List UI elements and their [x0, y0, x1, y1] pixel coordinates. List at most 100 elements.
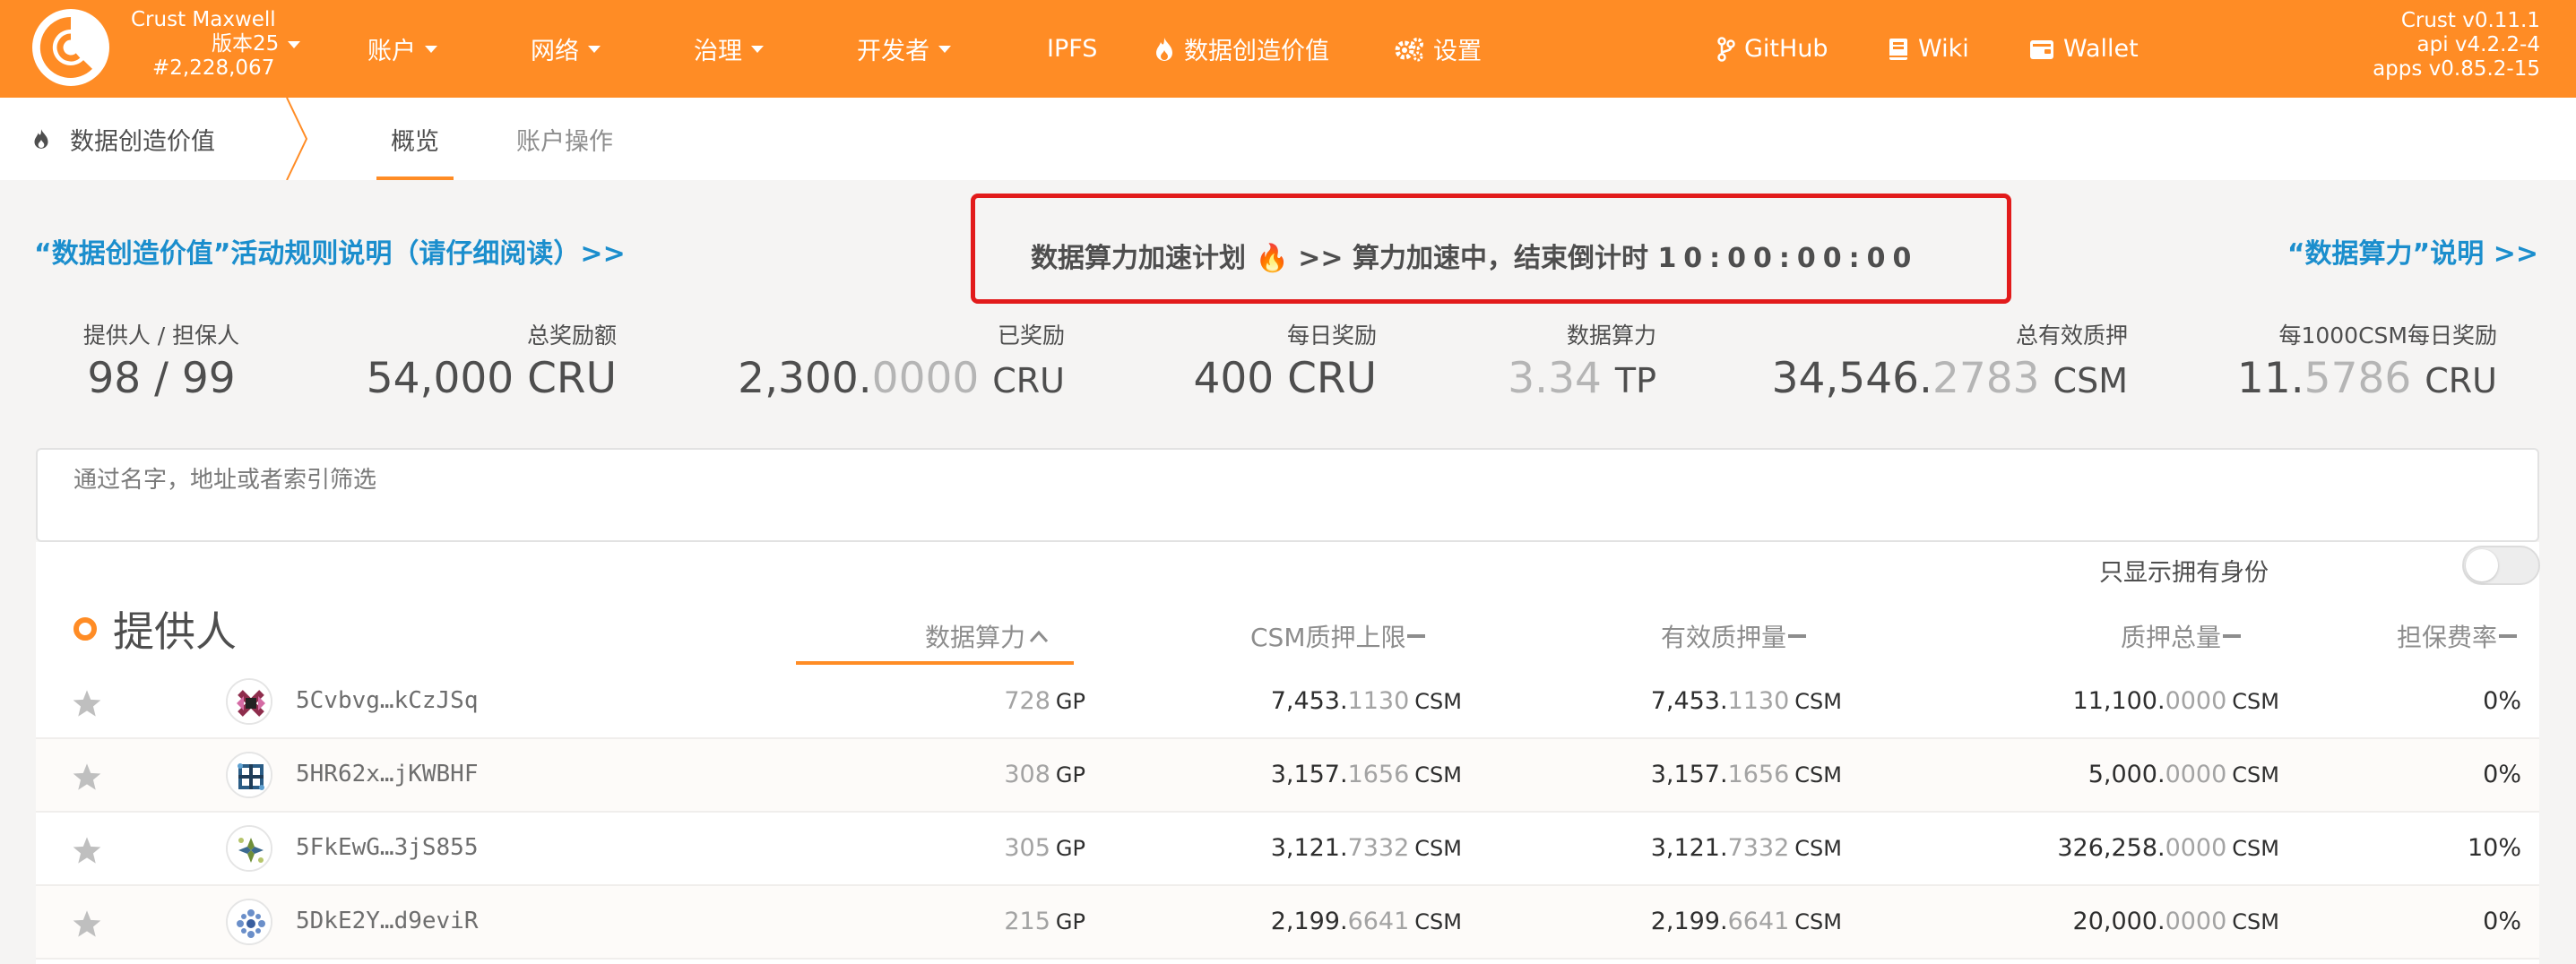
- chevron-down-icon: [938, 45, 951, 53]
- sort-none-icon: [1407, 634, 1426, 638]
- fire-emoji-icon: 🔥: [1255, 243, 1289, 274]
- fire-icon: [1156, 37, 1172, 61]
- data-power-link[interactable]: “数据算力”说明 >>: [2287, 231, 2538, 271]
- fee-cell: 10%: [2467, 834, 2521, 862]
- promo-banner[interactable]: 数据算力加速计划 🔥 >> 算力加速中，结束倒计时 10:00:00:00: [971, 194, 2011, 304]
- link-github[interactable]: GitHub: [1717, 0, 1828, 98]
- menu-data-value[interactable]: 数据创造价值: [1154, 0, 1329, 98]
- star-icon[interactable]: [72, 909, 102, 938]
- power-cell: 215 GP: [1004, 908, 1085, 935]
- chevron-down-icon: [751, 45, 764, 53]
- effective-cell: 3,121.7332 CSM: [1650, 834, 1842, 862]
- chain-version[interactable]: 版本25: [131, 32, 310, 56]
- section-title: 数据创造价值: [32, 98, 215, 180]
- total-cell: 5,000.0000 CSM: [2088, 761, 2279, 788]
- effective-cell: 7,453.1130 CSM: [1650, 687, 1842, 715]
- col-header-fee[interactable]: 担保费率: [2397, 618, 2518, 654]
- total-cell: 20,000.0000 CSM: [2072, 908, 2279, 935]
- countdown: 10:00:00:00: [1657, 243, 1919, 274]
- crust-logo-icon[interactable]: [32, 9, 109, 86]
- star-icon[interactable]: [72, 689, 102, 718]
- stat-rewarded: 已奖励 2,300.0000 CRU: [738, 323, 1065, 403]
- identicon-avatar[interactable]: [226, 678, 272, 725]
- version-info: Crust v0.11.1 api v4.2.2-4 apps v0.85.2-…: [2373, 9, 2540, 82]
- col-header-csm-limit[interactable]: CSM质押上限: [1250, 618, 1426, 654]
- total-cell: 326,258.0000 CSM: [2057, 834, 2279, 862]
- identicon-avatar[interactable]: [226, 752, 272, 798]
- chain-name: Crust Maxwell: [131, 8, 276, 31]
- col-header-total-stake[interactable]: 质押总量: [2121, 618, 2242, 654]
- menu-network[interactable]: 网络: [531, 0, 601, 98]
- section-dot-icon: [73, 617, 97, 641]
- star-icon[interactable]: [72, 762, 102, 791]
- tab-account-actions[interactable]: 账户操作: [516, 98, 613, 180]
- col-header-effective-stake[interactable]: 有效质押量: [1661, 618, 1807, 654]
- fee-cell: 0%: [2483, 908, 2521, 935]
- stat-total-stake: 总有效质押 34,546.2783 CSM: [1771, 323, 2128, 403]
- provider-address[interactable]: 5DkE2Y…d9eviR: [296, 908, 479, 934]
- table-row[interactable]: 5HR62x…jKWBHF 308 GP 3,157.1656 CSM 3,157.…: [36, 739, 2539, 813]
- total-cell: 11,100.0000 CSM: [2072, 687, 2279, 715]
- limit-cell: 3,121.7332 CSM: [1270, 834, 1462, 862]
- sort-none-icon: [1788, 634, 1807, 638]
- sort-up-icon: [1029, 630, 1049, 643]
- wallet-icon: [2030, 39, 2053, 59]
- provider-address[interactable]: 5FkEwG…3jS855: [296, 834, 479, 861]
- top-navbar: Crust Maxwell 版本25 #2,228,067 账户 网络 治理 开…: [0, 0, 2576, 98]
- col-header-power[interactable]: 数据算力: [925, 618, 1049, 654]
- stat-providers: 提供人 / 担保人 98 / 99: [82, 323, 240, 403]
- stat-data-power: 数据算力 3.34 TP: [1508, 323, 1656, 403]
- link-wiki[interactable]: Wiki: [1888, 0, 1969, 98]
- sort-none-icon: [2499, 634, 2518, 638]
- identity-toggle[interactable]: [2462, 546, 2540, 585]
- filter-input[interactable]: [73, 460, 2494, 500]
- tab-overview[interactable]: 概览: [376, 98, 454, 180]
- table-row[interactable]: 5DkE2Y…d9eviR 215 GP 2,199.6641 CSM 2,199.…: [36, 886, 2539, 960]
- table-row[interactable]: 5Cvbvg…kCzJSq 728 GP 7,453.1130 CSM 7,453.…: [36, 666, 2539, 739]
- apps-version: apps v0.85.2-15: [2373, 57, 2540, 81]
- menu-ipfs[interactable]: IPFS: [1047, 0, 1097, 98]
- filter-box: [36, 448, 2539, 542]
- sub-navbar: 数据创造价值 概览 账户操作: [0, 98, 2576, 180]
- menu-accounts[interactable]: 账户: [367, 0, 437, 98]
- api-version: api v4.2.2-4: [2416, 33, 2540, 56]
- fee-cell: 0%: [2483, 687, 2521, 715]
- provider-address[interactable]: 5HR62x…jKWBHF: [296, 761, 479, 788]
- limit-cell: 2,199.6641 CSM: [1270, 908, 1462, 935]
- stat-daily-reward: 每日奖励 400 CRU: [1193, 323, 1377, 403]
- limit-cell: 7,453.1130 CSM: [1270, 687, 1462, 715]
- table-title: 提供人: [73, 602, 237, 656]
- table-row[interactable]: 5FkEwG…3jS855 305 GP 3,121.7332 CSM 3,121.…: [36, 813, 2539, 886]
- identicon-avatar[interactable]: [226, 825, 272, 872]
- promo-text: 数据算力加速计划 🔥 >> 算力加速中，结束倒计时 10:00:00:00: [1031, 243, 1919, 274]
- power-cell: 308 GP: [1004, 761, 1085, 788]
- rules-link[interactable]: “数据创造价值”活动规则说明（请仔细阅读）>>: [34, 231, 626, 271]
- identicon-avatar[interactable]: [226, 899, 272, 945]
- identity-toggle-label: 只显示拥有身份: [2099, 559, 2269, 587]
- menu-developer[interactable]: 开发者: [857, 0, 951, 98]
- node-version: Crust v0.11.1: [2400, 9, 2540, 32]
- effective-cell: 2,199.6641 CSM: [1650, 908, 1842, 935]
- menu-settings[interactable]: 设置: [1394, 0, 1482, 98]
- menu-governance[interactable]: 治理: [694, 0, 764, 98]
- sort-indicator: [796, 661, 1074, 665]
- breadcrumb-separator-icon: [286, 98, 308, 180]
- block-number: #2,228,067: [152, 56, 275, 80]
- gears-icon: [1395, 37, 1423, 61]
- link-wallet[interactable]: Wallet: [2029, 0, 2139, 98]
- fee-cell: 0%: [2483, 761, 2521, 788]
- toggle-knob: [2466, 549, 2498, 581]
- stat-total-reward: 总奖励额 54,000 CRU: [366, 323, 617, 403]
- limit-cell: 3,157.1656 CSM: [1270, 761, 1462, 788]
- code-branch-icon: [1717, 36, 1735, 62]
- star-icon[interactable]: [72, 836, 102, 865]
- chevron-down-icon: [425, 45, 437, 53]
- chevron-down-icon: [288, 40, 301, 48]
- provider-address[interactable]: 5Cvbvg…kCzJSq: [296, 687, 479, 714]
- sort-none-icon: [2223, 634, 2242, 638]
- stat-reward-per-1000: 每1000CSM每日奖励 11.5786 CRU: [2236, 323, 2497, 403]
- chain-info[interactable]: Crust Maxwell 版本25 #2,228,067: [131, 8, 310, 81]
- power-cell: 728 GP: [1004, 687, 1085, 715]
- fire-icon: [34, 129, 48, 149]
- chevron-down-icon: [588, 45, 601, 53]
